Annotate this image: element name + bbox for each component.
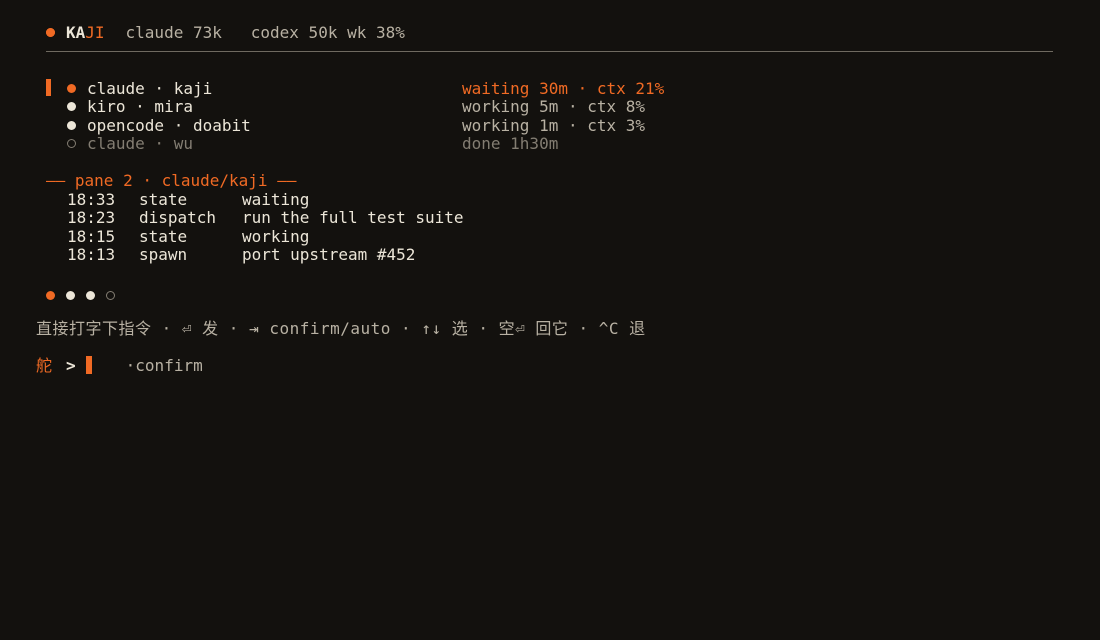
orange-ring-dot-icon	[46, 28, 55, 37]
log-kind: state	[139, 227, 188, 246]
log-detail: waiting	[242, 190, 310, 209]
log-kind: dispatch	[139, 208, 217, 227]
log-detail: port upstream #452	[242, 245, 416, 264]
keybinding-hint: 直接打字下指令 · ⏎ 发 · ⇥ confirm/auto · ↑↓ 选 · …	[36, 319, 646, 338]
log-detail: run the full test suite	[242, 208, 464, 227]
log-time: 18:15	[67, 227, 116, 246]
header-divider	[46, 51, 1053, 52]
log-time: 18:13	[67, 245, 116, 264]
text-cursor[interactable]	[85, 356, 92, 374]
pane-pager[interactable]	[46, 286, 126, 306]
log-row: 18:33 state waiting	[67, 190, 309, 210]
session-status: waiting 30m · ctx 21%	[462, 79, 665, 98]
session-name: claude · wu	[87, 134, 193, 153]
prompt-label: 舵	[36, 356, 53, 375]
white-dot-icon[interactable]	[86, 291, 95, 300]
pane-title: —— pane 2 · claude/kaji ——	[46, 171, 297, 190]
session-name: kiro · mira	[87, 97, 193, 116]
session-name: claude · kaji	[87, 79, 213, 98]
hollow-dot-icon[interactable]	[106, 291, 115, 300]
log-detail: working	[242, 227, 310, 246]
session-row-0[interactable]: claude · kaji waiting 30m · ctx 21%	[46, 79, 664, 99]
command-prompt[interactable]: 舵 > ·confirm	[36, 356, 203, 376]
white-dot-icon[interactable]	[66, 291, 75, 300]
brand-ji: JI	[85, 23, 105, 42]
session-row-1[interactable]: kiro · mira working 5m · ctx 8%	[46, 97, 645, 117]
log-row: 18:15 state working	[67, 227, 309, 247]
prompt-caret: >	[66, 356, 76, 375]
session-name: opencode · doabit	[87, 116, 251, 135]
usage-stats: claude 73k codex 50k wk 38%	[125, 23, 405, 42]
session-status: working 1m · ctx 3%	[462, 116, 646, 135]
orange-dot-icon[interactable]	[46, 291, 55, 300]
white-dot-icon	[67, 102, 76, 111]
selection-bar	[46, 79, 51, 96]
prompt-suggestion[interactable]: ·confirm	[126, 356, 203, 375]
log-time: 18:23	[67, 208, 116, 227]
log-row: 18:13 spawn port upstream #452	[67, 245, 415, 265]
session-status: working 5m · ctx 8%	[462, 97, 646, 116]
orange-dot-icon	[67, 84, 76, 93]
log-kind: spawn	[139, 245, 188, 264]
log-kind: state	[139, 190, 188, 209]
white-dot-icon	[67, 121, 76, 130]
header-bar: KAJI claude 73k codex 50k wk 38%	[46, 23, 405, 43]
log-row: 18:23 dispatch run the full test suite	[67, 208, 464, 228]
session-row-2[interactable]: opencode · doabit working 1m · ctx 3%	[46, 116, 645, 136]
log-time: 18:33	[67, 190, 116, 209]
hollow-dot-icon	[67, 139, 76, 148]
session-row-3[interactable]: claude · wu done 1h30m	[46, 134, 558, 154]
brand-ka: KA	[66, 23, 86, 42]
session-status: done 1h30m	[462, 134, 559, 153]
